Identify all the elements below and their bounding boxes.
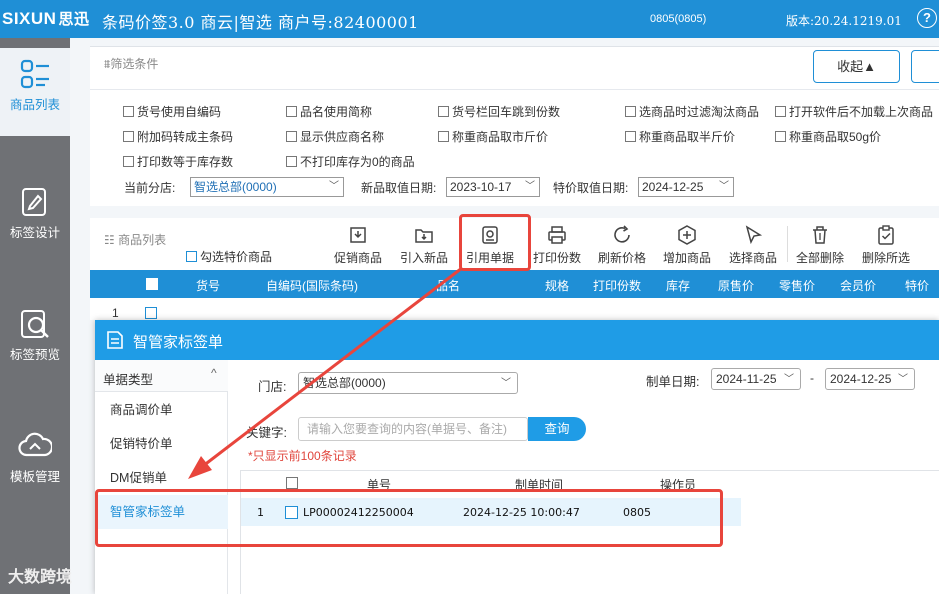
annotation-arrow xyxy=(188,266,463,479)
watermark: 大数跨境 xyxy=(8,569,73,586)
